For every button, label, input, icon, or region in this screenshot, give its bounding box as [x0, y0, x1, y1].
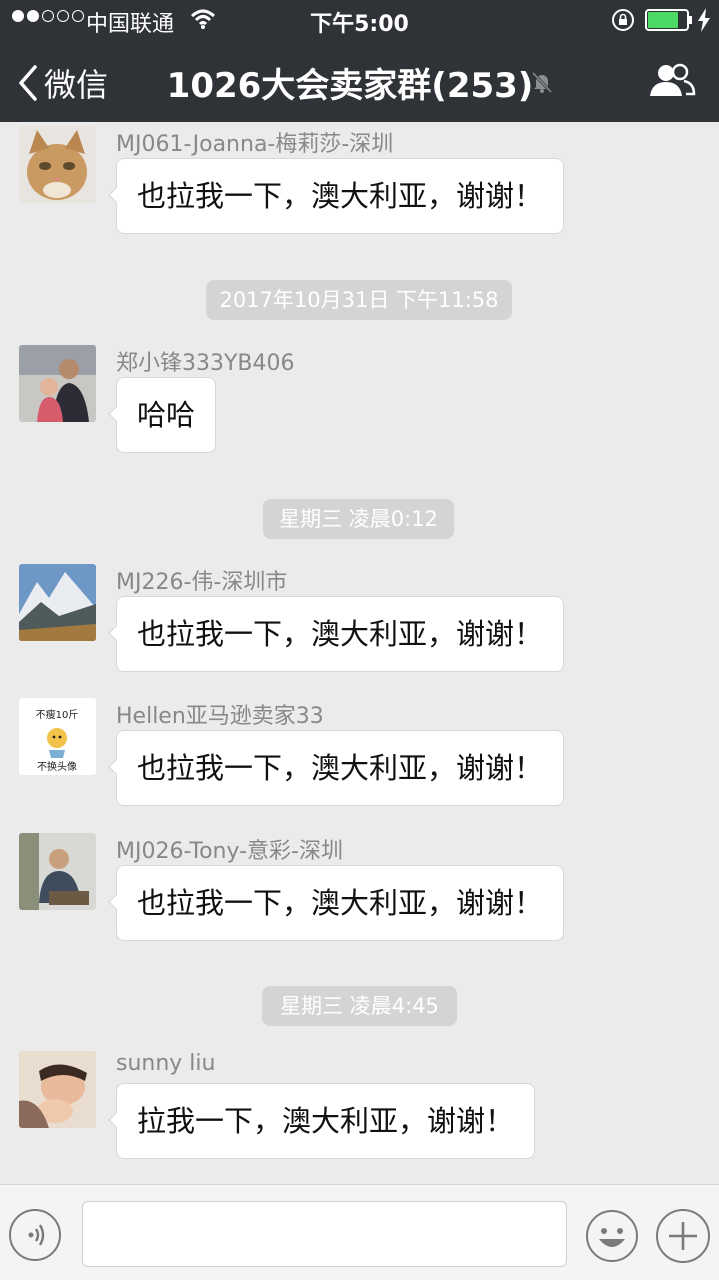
message-bubble[interactable]: 也拉我一下，澳大利亚，谢谢！ [107, 730, 565, 806]
group-members-icon[interactable] [648, 62, 696, 98]
message-bubble[interactable]: 哈哈 [107, 377, 217, 453]
sender-name: Hellen亚马逊卖家33 [116, 704, 324, 729]
nav-bar: 微信 1026大会卖家群(253) [0, 40, 719, 122]
sender-name: MJ026-Tony-意彩-深圳 [116, 839, 343, 864]
chat-title: 1026大会卖家群(253) [166, 66, 534, 106]
back-label: 微信 [44, 66, 109, 104]
voice-icon [28, 1224, 45, 1246]
emoji-button[interactable] [585, 1209, 639, 1263]
more-options-button[interactable] [656, 1209, 710, 1263]
sender-name: 郑小锋333YB406 [116, 351, 295, 376]
office-photo-avatar[interactable] [19, 833, 96, 910]
smiley-icon [586, 1210, 638, 1262]
app-header: 中国联通 下午5:00 微信 1026大会卖家群(253) [0, 0, 719, 122]
charging-icon [698, 8, 710, 32]
status-bar: 中国联通 下午5:00 [0, 0, 719, 40]
message-bubble[interactable]: 也拉我一下，澳大利亚，谢谢！ [107, 158, 565, 234]
family-photo-avatar[interactable] [19, 345, 96, 422]
rotation-lock-icon [612, 9, 634, 31]
mute-bell-icon [531, 71, 553, 94]
chevron-left-icon [19, 65, 37, 101]
sender-name: MJ226-伟-深圳市 [116, 570, 288, 595]
timestamp-pill: 2017年10月31日 下午11:58 [206, 280, 512, 320]
plus-icon [669, 1222, 697, 1250]
sender-name: sunny liu [116, 1051, 216, 1076]
chat-message-list[interactable]: MJ061-Joanna-梅莉莎-深圳 也拉我一下，澳大利亚，谢谢！ 2017年… [0, 122, 719, 1184]
sender-name: MJ061-Joanna-梅莉莎-深圳 [116, 132, 394, 157]
mountain-avatar[interactable] [19, 564, 96, 641]
timestamp-pill: 星期三 凌晨0:12 [263, 499, 454, 539]
baby-photo-avatar[interactable] [19, 1051, 96, 1128]
message-bubble[interactable]: 也拉我一下，澳大利亚，谢谢！ [107, 865, 565, 941]
cartoon-avatar[interactable]: 不瘦10斤 不换头像 [19, 698, 96, 775]
input-bar [0, 1184, 719, 1280]
avatar-caption-bottom: 不换头像 [37, 760, 77, 773]
voice-input-button[interactable] [9, 1209, 61, 1261]
message-bubble[interactable]: 也拉我一下，澳大利亚，谢谢！ [107, 596, 565, 672]
cat-avatar[interactable] [19, 126, 96, 203]
message-bubble[interactable]: 拉我一下，澳大利亚，谢谢！ [107, 1083, 536, 1159]
avatar-caption-top: 不瘦10斤 [36, 708, 79, 721]
back-button[interactable]: 微信 [18, 60, 108, 106]
battery-icon [645, 9, 692, 31]
timestamp-pill: 星期三 凌晨4:45 [262, 986, 457, 1026]
message-input[interactable] [82, 1201, 567, 1267]
